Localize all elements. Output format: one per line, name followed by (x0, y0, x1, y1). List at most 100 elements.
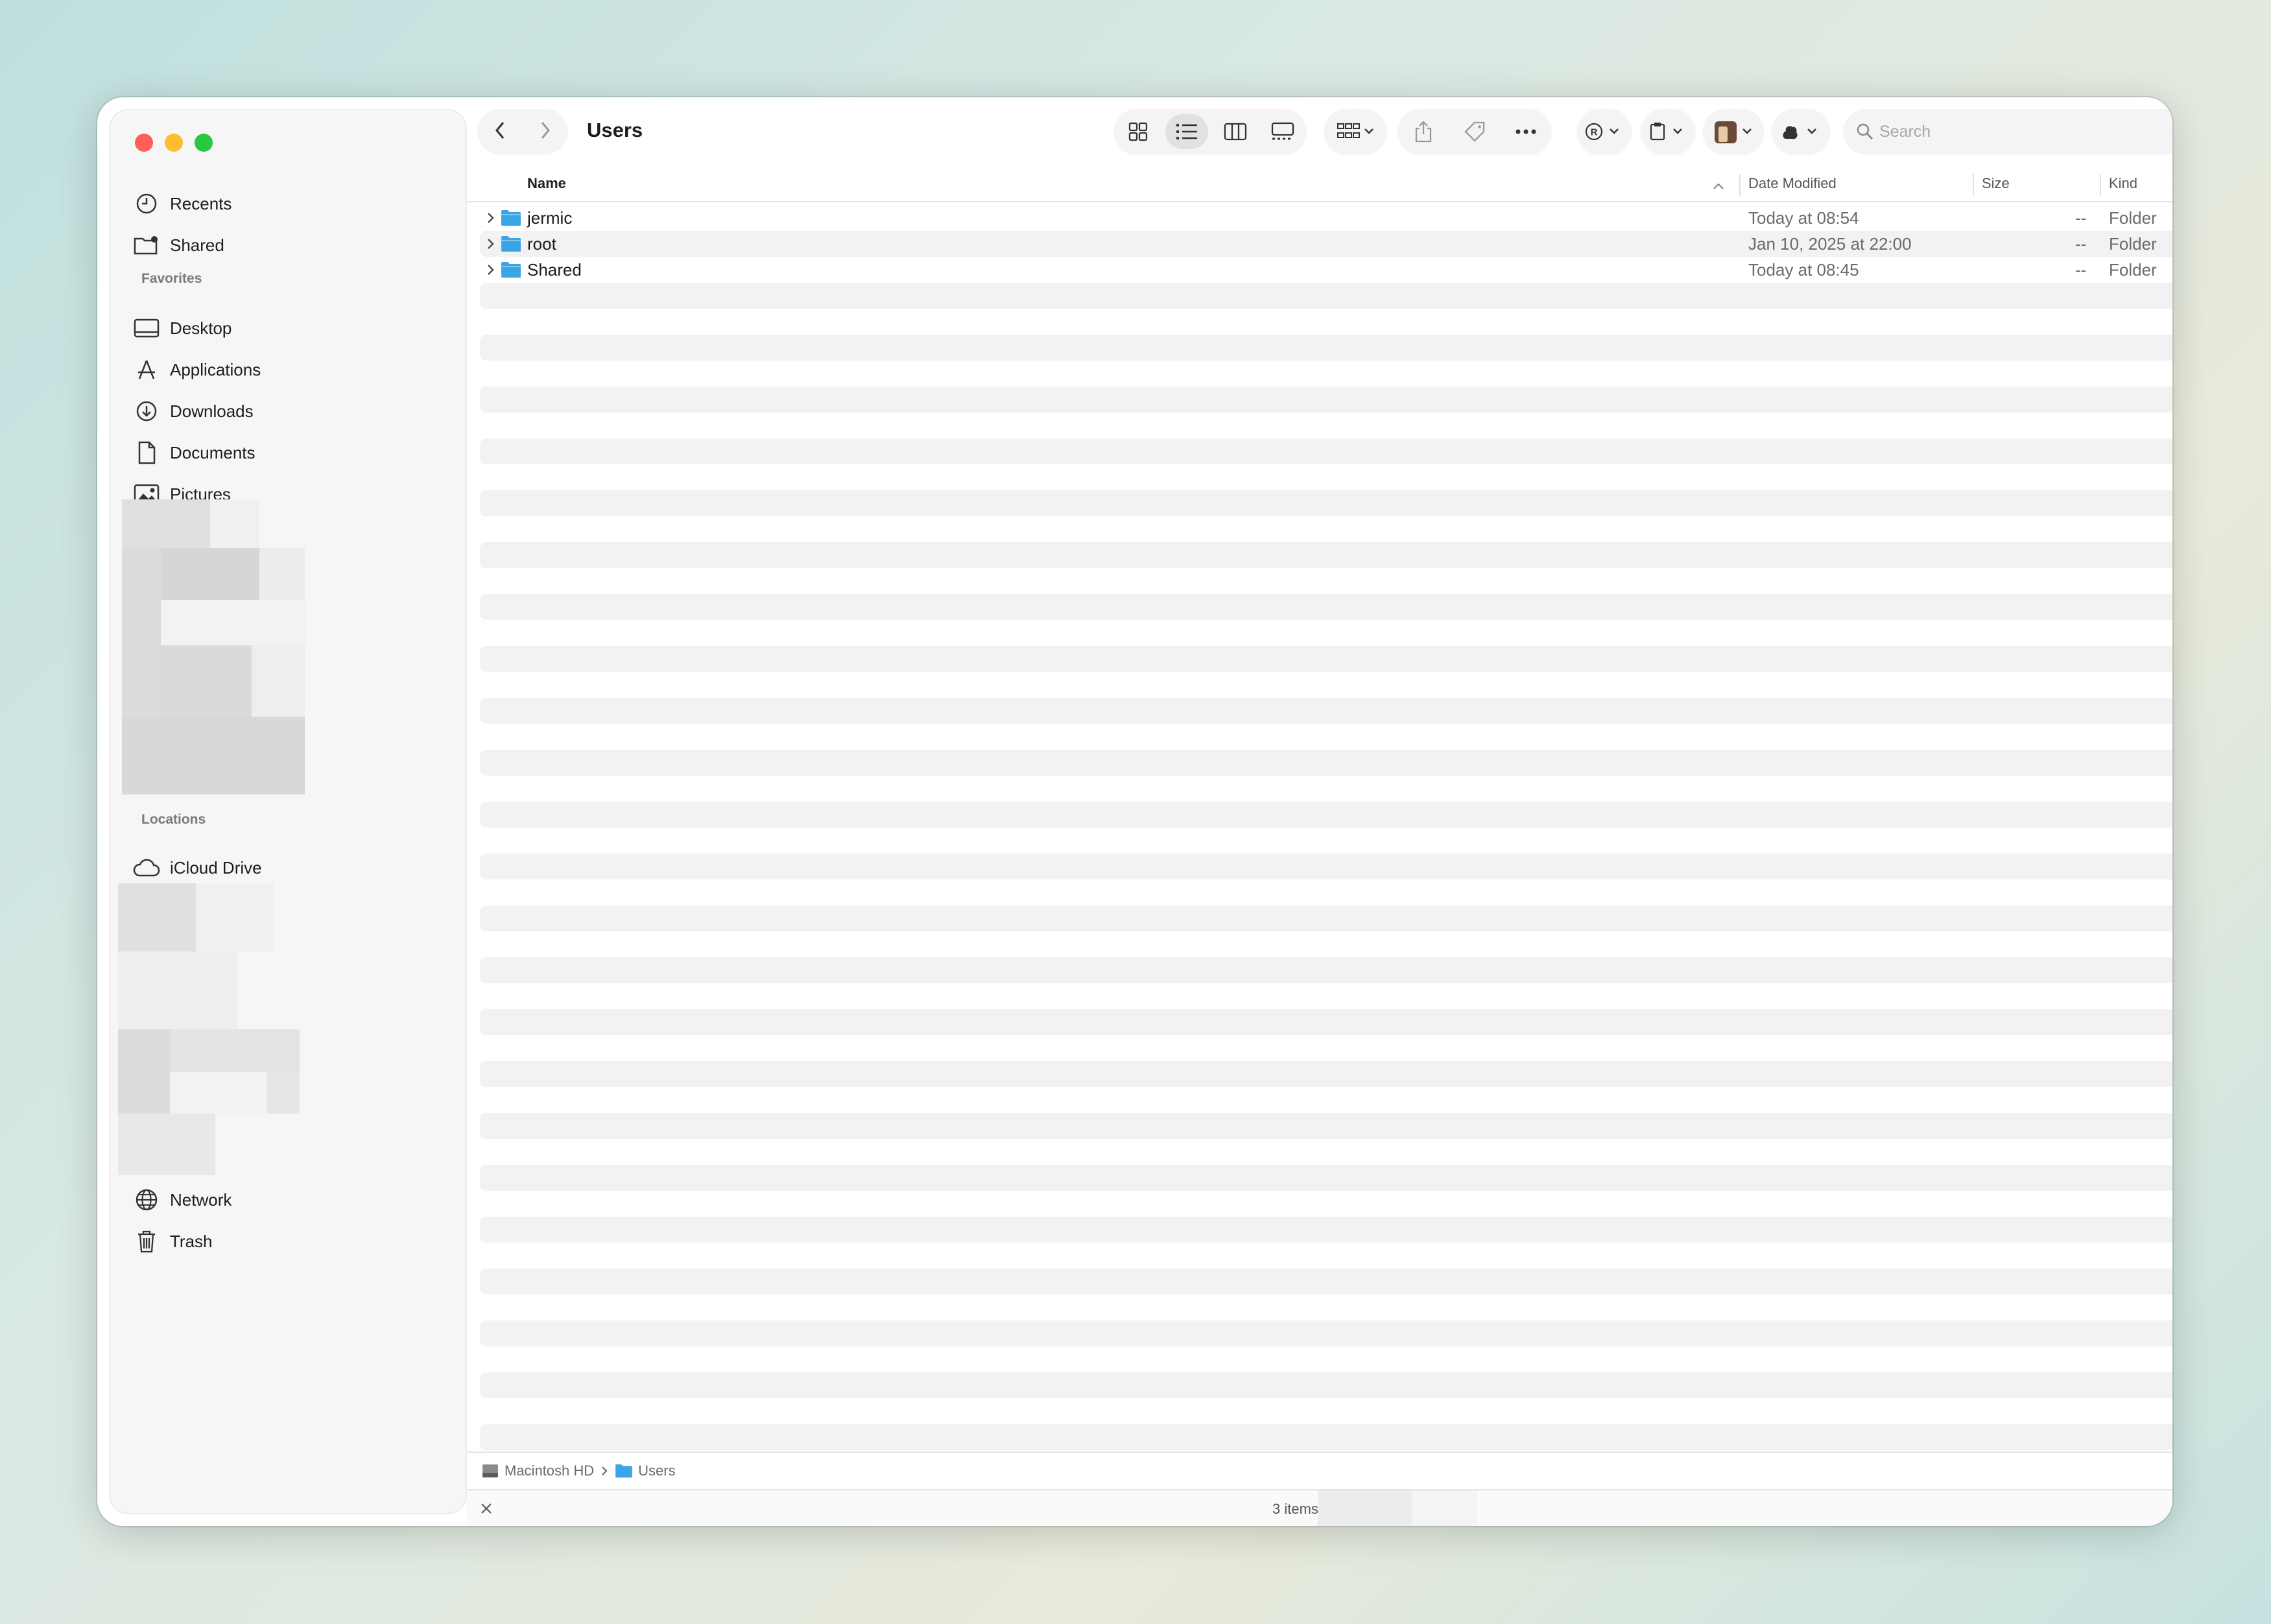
sidebar-item-applications[interactable]: Applications (132, 352, 450, 388)
sidebar-item-desktop[interactable]: Desktop (132, 310, 450, 346)
sort-ascending-icon (1713, 183, 1724, 189)
item-count: 3 items (1272, 1501, 1318, 1517)
path-bar: Macintosh HD Users (467, 1451, 2172, 1489)
sidebar-item-label: Applications (170, 359, 261, 379)
table-row[interactable]: Shared Today at 08:45 -- Folder (480, 257, 2172, 283)
clipboard-icon (1650, 123, 1682, 141)
column-header-row: Name Date Modified Size Kind (467, 169, 2172, 202)
redacted-status (1412, 1490, 1477, 1526)
globe-icon (132, 1186, 161, 1214)
icon-view-button[interactable] (1118, 114, 1158, 149)
column-divider[interactable] (1973, 174, 1974, 196)
empty-row (480, 1061, 2172, 1087)
sidebar-item-network[interactable]: Network (132, 1182, 450, 1218)
extension-menu-4[interactable] (1772, 109, 1830, 154)
path-item-label: Users (638, 1463, 676, 1479)
empty-row (480, 905, 2172, 931)
shared-folder-icon (132, 231, 161, 259)
tag-button[interactable] (1455, 114, 1494, 149)
share-button[interactable] (1404, 114, 1443, 149)
column-divider[interactable] (2100, 174, 2101, 196)
path-item-label: Macintosh HD (505, 1463, 595, 1479)
column-header-kind[interactable]: Kind (2109, 175, 2137, 192)
column-header-size[interactable]: Size (1982, 175, 2010, 192)
disclosure-chevron-icon[interactable] (486, 211, 495, 224)
svg-text:R: R (1591, 127, 1598, 138)
gallery-view-button[interactable] (1263, 114, 1303, 149)
grid-icon (1128, 122, 1147, 141)
extension-menu-2[interactable] (1641, 109, 1695, 154)
column-header-date-modified[interactable]: Date Modified (1748, 175, 1837, 192)
forward-button[interactable] (538, 120, 553, 144)
file-kind: Folder (2109, 234, 2157, 254)
zoom-button[interactable] (195, 134, 213, 152)
status-bar: 3 items (467, 1489, 2172, 1526)
empty-row (480, 854, 2172, 879)
empty-row (480, 1217, 2172, 1243)
extension-menu-1[interactable]: R (1577, 109, 1632, 154)
path-item-macintosh-hd[interactable]: Macintosh HD (481, 1463, 594, 1479)
file-kind: Folder (2109, 208, 2157, 228)
group-grid-icon (1337, 123, 1373, 138)
favorites-header: Favorites (141, 271, 202, 286)
file-name: Shared (527, 260, 582, 280)
sidebar-item-documents[interactable]: Documents (132, 435, 450, 471)
sidebar-item-downloads[interactable]: Downloads (132, 393, 450, 429)
path-item-users[interactable]: Users (615, 1463, 676, 1479)
empty-row (480, 594, 2172, 620)
finder-window: Recents Shared Favorites Desktop Applica… (97, 97, 2172, 1526)
window-title: Users (587, 119, 643, 141)
cloud-icon (132, 854, 161, 882)
registered-icon: R (1585, 123, 1619, 141)
empty-row (480, 438, 2172, 464)
list-view-button[interactable] (1165, 114, 1208, 149)
empty-row (480, 1269, 2172, 1295)
share-icon (1416, 121, 1432, 143)
file-name: jermic (527, 208, 573, 228)
action-buttons (1398, 109, 1551, 154)
extension-menu-3[interactable] (1703, 109, 1764, 154)
trash-icon (132, 1227, 161, 1256)
sidebar-item-label: iCloud Drive (170, 857, 262, 878)
empty-row (480, 1372, 2172, 1398)
sidebar-item-label: Downloads (170, 401, 254, 421)
empty-row (480, 1165, 2172, 1191)
sidebar-item-icloud-drive[interactable]: iCloud Drive (132, 850, 450, 886)
disclosure-chevron-icon[interactable] (486, 263, 495, 276)
navigation-buttons (477, 109, 568, 154)
table-row[interactable]: root Jan 10, 2025 at 22:00 -- Folder (480, 231, 2172, 257)
empty-row (480, 1320, 2172, 1346)
ellipsis-icon (1516, 129, 1536, 134)
table-row[interactable]: jermic Today at 08:54 -- Folder (480, 205, 2172, 231)
column-divider[interactable] (1739, 174, 1741, 196)
back-button[interactable] (493, 120, 507, 144)
column-header-name[interactable]: Name (527, 175, 566, 192)
more-button[interactable] (1506, 114, 1545, 149)
close-icon[interactable] (479, 1501, 494, 1516)
disclosure-chevron-icon[interactable] (486, 237, 495, 250)
sidebar-item-label: Recents (170, 193, 232, 213)
folder-icon (501, 236, 521, 252)
app-extension-icon (1715, 121, 1752, 143)
file-size: -- (2075, 234, 2087, 254)
search-placeholder: Search (1879, 122, 1931, 141)
search-field[interactable]: Search (1843, 109, 2172, 154)
sidebar-item-shared[interactable]: Shared (132, 227, 450, 263)
file-date-modified: Jan 10, 2025 at 22:00 (1748, 234, 1912, 254)
sidebar-item-trash[interactable]: Trash (132, 1223, 450, 1260)
window-controls (135, 134, 213, 152)
sidebar-item-recents[interactable]: Recents (132, 185, 450, 222)
empty-row (480, 542, 2172, 568)
folder-icon (501, 262, 521, 278)
applications-icon (132, 355, 161, 384)
sidebar-item-label: Desktop (170, 318, 232, 338)
close-button[interactable] (135, 134, 153, 152)
main-content: Users R Search Name Date Modified Size K… (467, 97, 2172, 1526)
toolbar: Users R Search (467, 97, 2172, 169)
minimize-button[interactable] (165, 134, 183, 152)
empty-row (480, 1009, 2172, 1035)
column-view-button[interactable] (1215, 114, 1255, 149)
group-by-button[interactable] (1324, 109, 1386, 154)
sidebar-item-label: Shared (170, 235, 224, 255)
empty-row (480, 1113, 2172, 1139)
